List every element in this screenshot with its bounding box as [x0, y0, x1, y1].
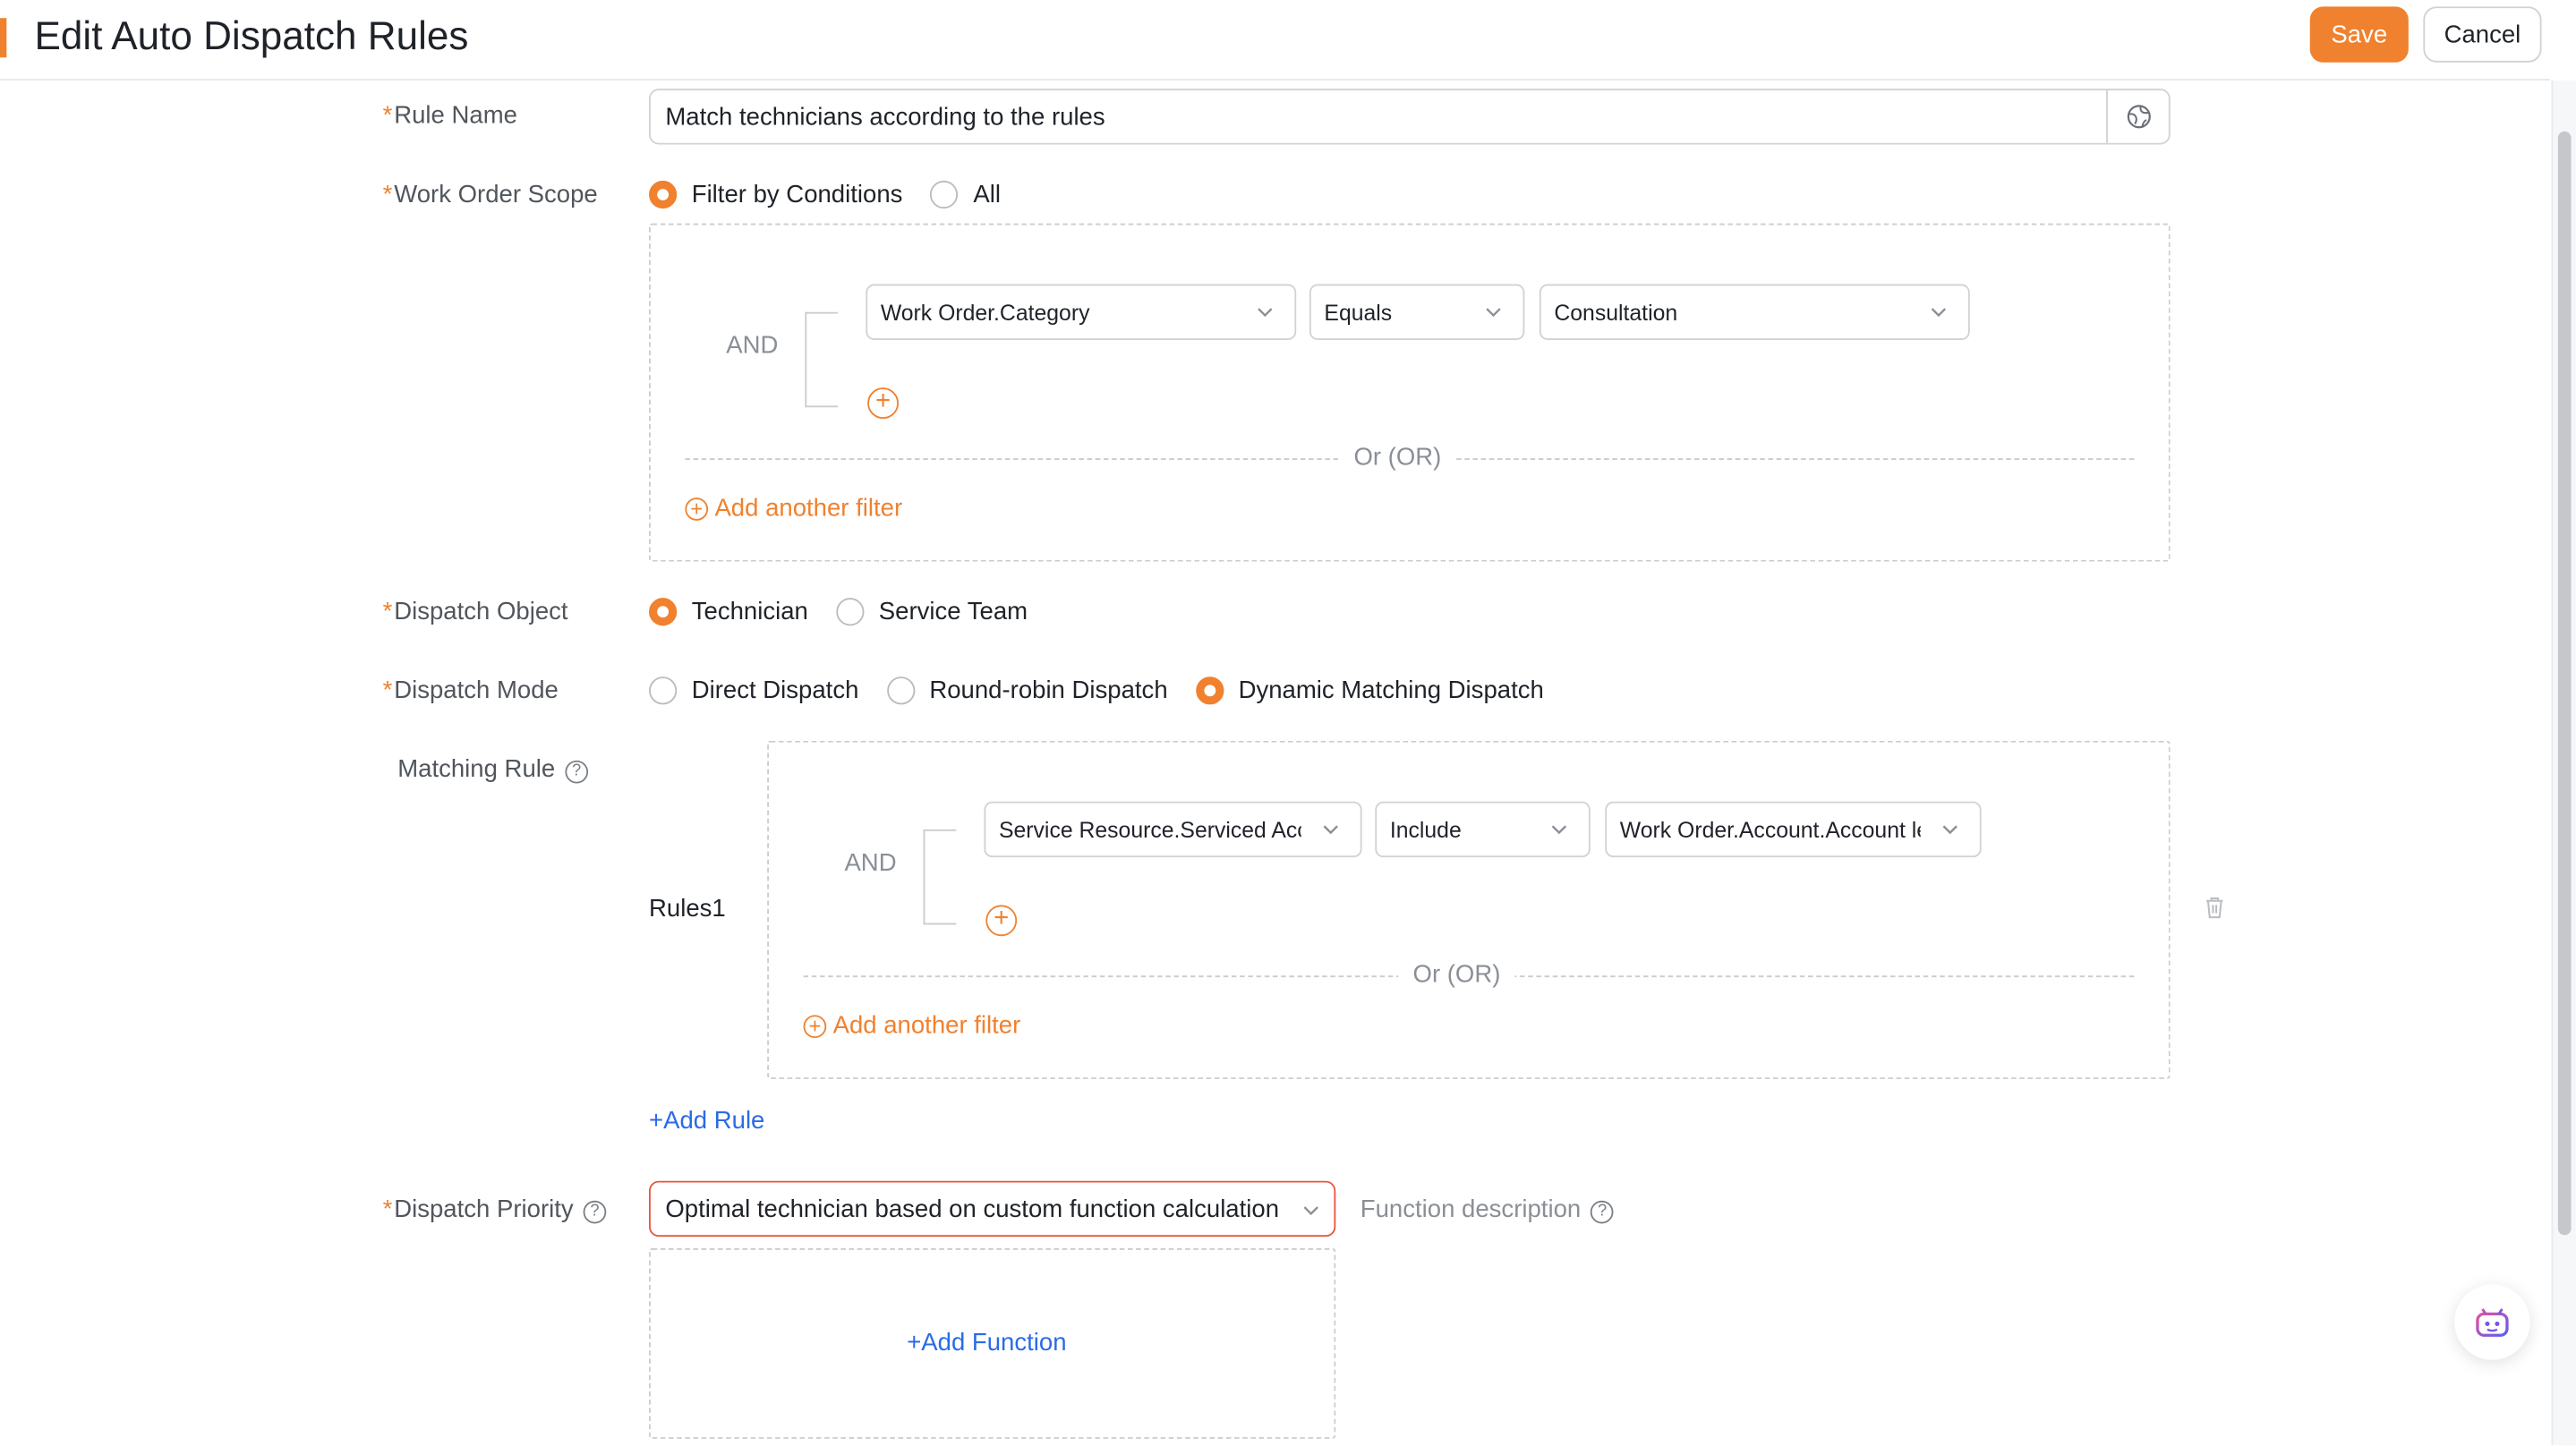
trash-icon[interactable] [2203, 895, 2226, 920]
plus-circle-icon: + [803, 1014, 827, 1038]
dispatch-mode-label: * Dispatch Mode [382, 676, 559, 705]
or-label: Or (OR) [1338, 443, 1456, 472]
plus-icon: + [649, 1107, 664, 1136]
title-accent-bar [0, 18, 7, 58]
radio-round-robin-dispatch[interactable]: Round-robin Dispatch [886, 676, 1168, 705]
chevron-down-icon [1931, 308, 1947, 318]
header-divider [0, 79, 2550, 81]
rule-name-value[interactable]: Match technicians according to the rules [665, 104, 1105, 132]
dispatch-object-radios: Technician Service Team [649, 598, 1055, 626]
dispatch-priority-label: * Dispatch Priority? [383, 1194, 607, 1227]
scope-value-select[interactable]: Consultation [1539, 284, 1970, 340]
globe-icon[interactable] [2106, 89, 2169, 143]
add-condition-icon[interactable]: + [867, 387, 900, 420]
radio-dot[interactable] [886, 676, 915, 705]
radio-all[interactable]: All [930, 180, 1001, 209]
save-button[interactable]: Save [2309, 6, 2409, 63]
plus-icon: + [907, 1328, 922, 1357]
assistant-bot-button[interactable] [2454, 1284, 2530, 1360]
matching-field-select[interactable]: Service Resource.Serviced Acco [984, 801, 1362, 858]
rule-name-input[interactable]: Match technicians according to the rules [649, 89, 2171, 145]
dispatch-mode-radios: Direct Dispatch Round-robin Dispatch Dyn… [649, 676, 1572, 705]
or-label: Or (OR) [1398, 960, 1515, 989]
chevron-down-icon [1942, 825, 1958, 835]
add-another-filter-link[interactable]: + Add another filter [685, 494, 902, 523]
scrollbar-thumb[interactable] [2557, 131, 2572, 1236]
chevron-down-icon [1323, 825, 1338, 835]
add-condition-icon[interactable]: + [985, 905, 1018, 937]
scope-operator-select[interactable]: Equals [1309, 284, 1525, 340]
radio-direct-dispatch[interactable]: Direct Dispatch [649, 676, 858, 705]
radio-filter-by-conditions[interactable]: Filter by Conditions [649, 180, 902, 209]
scope-filter-box: AND Work Order.Category Equals Consultat… [649, 223, 2171, 562]
scope-field-select[interactable]: Work Order.Category [866, 284, 1297, 340]
chevron-down-icon [1551, 825, 1567, 835]
radio-dot-selected[interactable] [649, 180, 678, 209]
plus-circle-icon: + [685, 497, 709, 520]
radio-dot-selected[interactable] [1195, 676, 1224, 705]
radio-dynamic-matching-dispatch[interactable]: Dynamic Matching Dispatch [1195, 676, 1544, 705]
help-icon[interactable]: ? [583, 1200, 607, 1224]
chevron-down-icon [1303, 1206, 1318, 1216]
chevron-down-icon [1258, 308, 1273, 318]
help-icon[interactable]: ? [565, 760, 588, 784]
robot-icon [2476, 1308, 2509, 1337]
chevron-down-icon [1486, 308, 1501, 318]
add-rule-link[interactable]: +Add Rule [649, 1107, 764, 1135]
dispatch-object-label: * Dispatch Object [382, 598, 568, 626]
scope-and-label: AND [726, 331, 779, 360]
matching-operator-select[interactable]: Include [1375, 801, 1591, 858]
work-order-scope-radios: Filter by Conditions All [649, 180, 1028, 209]
matching-and-label: AND [844, 848, 897, 878]
rule-name-label: * Rule Name [382, 101, 517, 131]
matching-rule-label: Matching Rule? [397, 753, 588, 787]
radio-dot-selected[interactable] [649, 598, 678, 626]
radio-technician[interactable]: Technician [649, 598, 808, 626]
page-title: Edit Auto Dispatch Rules [34, 14, 469, 60]
radio-service-team[interactable]: Service Team [836, 598, 1028, 626]
matching-value-select[interactable]: Work Order.Account.Account lev [1605, 801, 1982, 858]
work-order-scope-label: * Work Order Scope [382, 180, 598, 209]
and-bracket [805, 311, 839, 408]
help-icon[interactable]: ? [1591, 1200, 1614, 1224]
radio-dot[interactable] [836, 598, 865, 626]
add-function-box: +Add Function [649, 1247, 1336, 1439]
radio-dot[interactable] [930, 180, 959, 209]
matching-rule-box: AND Service Resource.Serviced Acco Inclu… [767, 740, 2171, 1079]
add-function-link[interactable]: +Add Function [907, 1329, 1066, 1357]
dispatch-priority-select[interactable]: Optimal technician based on custom funct… [649, 1180, 1336, 1238]
rule-name-rules1: Rules1 [649, 895, 726, 923]
radio-dot[interactable] [649, 676, 678, 705]
function-description-label: Function description? [1361, 1195, 1614, 1224]
cancel-button[interactable]: Cancel [2423, 6, 2542, 63]
and-bracket [923, 829, 957, 925]
add-another-filter-link[interactable]: + Add another filter [803, 1012, 1020, 1040]
